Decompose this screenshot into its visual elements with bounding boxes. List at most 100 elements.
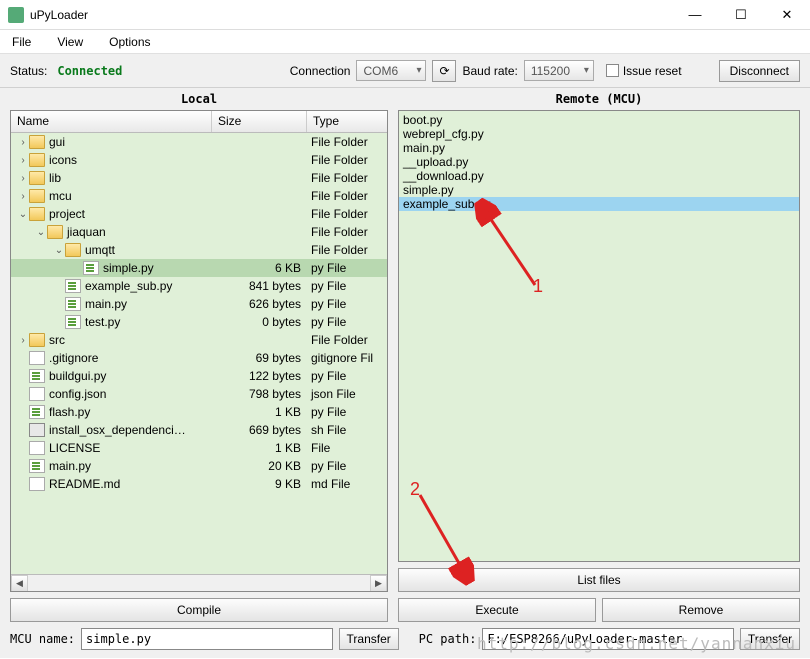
tree-row[interactable]: install_osx_dependenci…669 bytessh File (11, 421, 387, 439)
tree-row[interactable]: ›guiFile Folder (11, 133, 387, 151)
expand-arrow-icon[interactable]: ⌄ (17, 209, 29, 220)
remote-item[interactable]: boot.py (399, 113, 799, 127)
folder-icon (29, 189, 45, 203)
toolbar: Status: Connected Connection COM6 ⟳ Baud… (0, 54, 810, 88)
mcu-name-input[interactable] (81, 628, 333, 650)
compile-button[interactable]: Compile (10, 598, 388, 622)
file-name: example_sub.py (85, 279, 172, 293)
file-icon (29, 459, 45, 473)
expand-arrow-icon[interactable]: › (17, 137, 29, 148)
col-type[interactable]: Type (307, 111, 387, 132)
file-size: 798 bytes (212, 387, 307, 401)
remote-list[interactable]: boot.pywebrepl_cfg.pymain.py__upload.py_… (398, 110, 800, 562)
titlebar: uPyLoader — ☐ ✕ (0, 0, 810, 30)
issue-reset-checkbox[interactable] (606, 64, 619, 77)
folder-icon (65, 243, 81, 257)
folder-icon (29, 207, 45, 221)
expand-arrow-icon[interactable]: › (17, 155, 29, 166)
col-name[interactable]: Name (11, 111, 212, 132)
file-name: project (49, 207, 85, 221)
expand-arrow-icon[interactable]: › (17, 335, 29, 346)
remote-item[interactable]: webrepl_cfg.py (399, 127, 799, 141)
tree-row[interactable]: main.py20 KBpy File (11, 457, 387, 475)
col-size[interactable]: Size (212, 111, 307, 132)
menu-options[interactable]: Options (103, 32, 156, 52)
file-name: README.md (49, 477, 120, 491)
file-icon (29, 405, 45, 419)
local-h-scrollbar[interactable]: ◀ ▶ (11, 574, 387, 591)
remote-item[interactable]: __download.py (399, 169, 799, 183)
remove-button[interactable]: Remove (602, 598, 800, 622)
file-type: File Folder (307, 171, 387, 185)
file-type: sh File (307, 423, 387, 437)
maximize-button[interactable]: ☐ (718, 0, 764, 30)
disconnect-button[interactable]: Disconnect (719, 60, 800, 82)
file-type: File Folder (307, 243, 387, 257)
file-type: json File (307, 387, 387, 401)
tree-row[interactable]: buildgui.py122 bytespy File (11, 367, 387, 385)
file-size: 69 bytes (212, 351, 307, 365)
tree-row[interactable]: main.py626 bytespy File (11, 295, 387, 313)
pc-path-label: PC path: (419, 632, 477, 646)
baud-select[interactable]: 115200 (524, 60, 594, 81)
menu-file[interactable]: File (6, 32, 37, 52)
tree-row[interactable]: simple.py6 KBpy File (11, 259, 387, 277)
tree-row[interactable]: test.py0 bytespy File (11, 313, 387, 331)
remote-item[interactable]: main.py (399, 141, 799, 155)
file-size: 6 KB (212, 261, 307, 275)
remote-item[interactable]: simple.py (399, 183, 799, 197)
tree-row[interactable]: ›mcuFile Folder (11, 187, 387, 205)
status-value: Connected (57, 64, 122, 78)
refresh-icon: ⟳ (439, 64, 449, 78)
close-button[interactable]: ✕ (764, 0, 810, 30)
local-tree[interactable]: Name Size Type ›guiFile Folder›iconsFile… (10, 110, 388, 592)
baud-label: Baud rate: (462, 64, 517, 78)
expand-arrow-icon[interactable]: ⌄ (53, 245, 65, 256)
tree-row[interactable]: .gitignore69 bytesgitignore Fil (11, 349, 387, 367)
file-type: py File (307, 369, 387, 383)
app-icon (8, 7, 24, 23)
expand-arrow-icon[interactable]: › (17, 173, 29, 184)
expand-arrow-icon[interactable]: ⌄ (35, 227, 47, 238)
file-size: 20 KB (212, 459, 307, 473)
status-label: Status: (10, 64, 47, 78)
folder-icon (29, 171, 45, 185)
menu-view[interactable]: View (51, 32, 89, 52)
tree-row[interactable]: ⌄jiaquanFile Folder (11, 223, 387, 241)
remote-item[interactable]: __upload.py (399, 155, 799, 169)
tree-row[interactable]: ›libFile Folder (11, 169, 387, 187)
remote-item[interactable]: example_sub.py (399, 197, 799, 211)
issue-reset-label: Issue reset (623, 64, 682, 78)
tree-row[interactable]: ›iconsFile Folder (11, 151, 387, 169)
file-icon (65, 297, 81, 311)
transfer-local-button[interactable]: Transfer (339, 628, 399, 650)
file-type: gitignore Fil (307, 351, 387, 365)
file-type: py File (307, 405, 387, 419)
refresh-button[interactable]: ⟳ (432, 60, 456, 82)
file-name: main.py (49, 459, 91, 473)
scroll-left-icon[interactable]: ◀ (11, 575, 28, 592)
file-icon (29, 351, 45, 365)
file-icon (29, 423, 45, 437)
execute-button[interactable]: Execute (398, 598, 596, 622)
tree-row[interactable]: ›srcFile Folder (11, 331, 387, 349)
file-type: File Folder (307, 207, 387, 221)
tree-row[interactable]: README.md9 KBmd File (11, 475, 387, 493)
tree-row[interactable]: ⌄umqttFile Folder (11, 241, 387, 259)
expand-arrow-icon[interactable]: › (17, 191, 29, 202)
file-size: 626 bytes (212, 297, 307, 311)
list-files-button[interactable]: List files (398, 568, 800, 592)
file-type: py File (307, 279, 387, 293)
scroll-right-icon[interactable]: ▶ (370, 575, 387, 592)
tree-row[interactable]: config.json798 bytesjson File (11, 385, 387, 403)
tree-row[interactable]: LICENSE1 KBFile (11, 439, 387, 457)
folder-icon (29, 153, 45, 167)
connection-select[interactable]: COM6 (356, 60, 426, 81)
file-icon (65, 315, 81, 329)
tree-row[interactable]: example_sub.py841 bytespy File (11, 277, 387, 295)
tree-row[interactable]: ⌄ project File Folder (11, 205, 387, 223)
tree-row[interactable]: flash.py1 KBpy File (11, 403, 387, 421)
minimize-button[interactable]: — (672, 0, 718, 30)
file-name: simple.py (103, 261, 154, 275)
menubar: File View Options (0, 30, 810, 54)
